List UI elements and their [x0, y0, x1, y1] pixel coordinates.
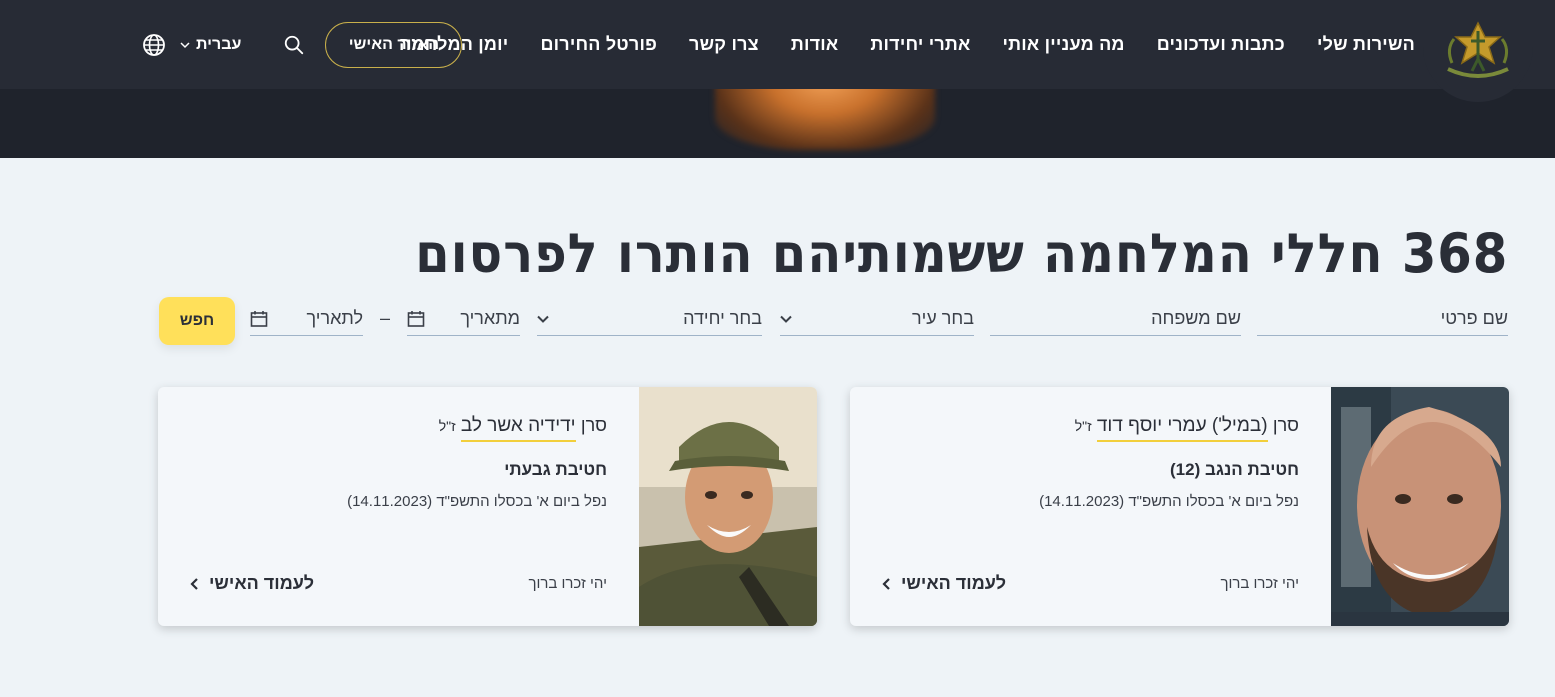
to-date-placeholder: לתאריך [306, 308, 363, 328]
fallen-card: סרן ידידיה אשר לב ז"ל חטיבת גבעתי נפל בי… [158, 387, 817, 626]
search-filters: שם פרטי שם משפחה בחר עיר בחר יחידה מתארי… [0, 296, 1555, 346]
nav-about[interactable]: אודות [791, 34, 839, 55]
last-name-input[interactable]: שם משפחה [990, 302, 1241, 336]
city-placeholder: בחר עיר [912, 308, 974, 328]
rank-note: (במיל') [1211, 415, 1268, 436]
nav-interests[interactable]: מה מעניין אותי [1003, 34, 1125, 55]
chevron-left-icon [882, 577, 890, 590]
personal-page-link[interactable]: לעמוד האישי [190, 573, 314, 594]
unit-placeholder: בחר יחידה [683, 308, 762, 328]
to-date-input[interactable]: לתאריך [250, 302, 363, 336]
personal-page-label: לעמוד האישי [209, 573, 315, 593]
fallen-card: סרן (במיל') עמרי יוסף דוד ז"ל חטיבת הנגב… [850, 387, 1509, 626]
city-select[interactable]: בחר עיר [780, 302, 974, 336]
portrait-image [639, 387, 817, 626]
unit-name: חטיבת גבעתי [504, 460, 607, 479]
nav-contact[interactable]: צרו קשר [689, 34, 759, 55]
first-name-placeholder: שם פרטי [1440, 308, 1508, 328]
fallen-name: סרן (במיל') עמרי יוסף דוד ז"ל [1074, 415, 1299, 442]
rank-note-and-name: (במיל') עמרי יוסף דוד [1096, 415, 1268, 442]
language-select[interactable]: עברית [180, 36, 241, 54]
chevron-down-icon [537, 315, 549, 323]
idf-emblem-icon [1447, 21, 1509, 78]
portrait-photo [639, 387, 817, 626]
nav-tools: האזור האישי עברית [142, 0, 463, 89]
personal-area-button[interactable]: האזור האישי [325, 21, 463, 68]
date-range-dash: – [380, 308, 391, 328]
chevron-down-icon [180, 41, 190, 48]
nav-emergency-portal[interactable]: פורטל החירום [540, 34, 657, 55]
last-name-placeholder: שם משפחה [1151, 308, 1241, 328]
language-label: עברית [196, 35, 242, 53]
nav-unit-sites[interactable]: אתרי יחידות [870, 34, 970, 55]
search-icon[interactable] [283, 34, 305, 56]
name: עמרי יוסף דוד [1096, 415, 1207, 436]
page-title: 368 חללי המלחמה ששמותיהם הותרו לפרסום [414, 222, 1508, 285]
rank: סרן [580, 415, 607, 435]
rank: סרן [1272, 415, 1299, 435]
nav-my-service[interactable]: השירות שלי [1317, 34, 1415, 55]
calendar-icon[interactable] [250, 310, 268, 328]
date-of-death: נפל ביום א' בכסלו התשפ"ד (14.11.2023) [347, 493, 607, 510]
portrait-photo [1331, 387, 1509, 626]
first-name-input[interactable]: שם פרטי [1257, 302, 1508, 336]
unit-name: חטיבת הנגב (12) [1169, 460, 1299, 479]
personal-page-link[interactable]: לעמוד האישי [882, 573, 1006, 594]
portrait-image [1331, 387, 1509, 626]
memorial-phrase: יהי זכרו ברוך [528, 575, 607, 592]
card-body: סרן (במיל') עמרי יוסף דוד ז"ל חטיבת הנגב… [850, 387, 1299, 626]
calendar-icon[interactable] [407, 310, 425, 328]
name: ידידיה אשר לב [460, 415, 576, 442]
date-of-death: נפל ביום א' בכסלו התשפ"ד (14.11.2023) [1039, 493, 1299, 510]
unit-select[interactable]: בחר יחידה [537, 302, 762, 336]
memorial-phrase: יהי זכרו ברוך [1220, 575, 1299, 592]
chevron-left-icon [190, 577, 198, 590]
card-body: סרן ידידיה אשר לב ז"ל חטיבת גבעתי נפל בי… [158, 387, 607, 626]
fallen-name: סרן ידידיה אשר לב ז"ל [438, 415, 607, 442]
personal-page-label: לעמוד האישי [901, 573, 1007, 593]
main-menu: השירות שלי כתבות ועדכונים מה מעניין אותי… [399, 0, 1415, 89]
from-date-input[interactable]: מתאריך [407, 302, 520, 336]
idf-logo[interactable] [1423, 0, 1533, 102]
search-submit-button[interactable]: חפש [159, 297, 235, 345]
suffix: ז"ל [438, 418, 456, 434]
nav-articles[interactable]: כתבות ועדכונים [1157, 34, 1285, 55]
globe-icon[interactable] [142, 33, 166, 57]
from-date-placeholder: מתאריך [460, 308, 520, 328]
top-navbar: השירות שלי כתבות ועדכונים מה מעניין אותי… [0, 0, 1555, 102]
chevron-down-icon [780, 315, 792, 323]
suffix: ז"ל [1074, 418, 1092, 434]
